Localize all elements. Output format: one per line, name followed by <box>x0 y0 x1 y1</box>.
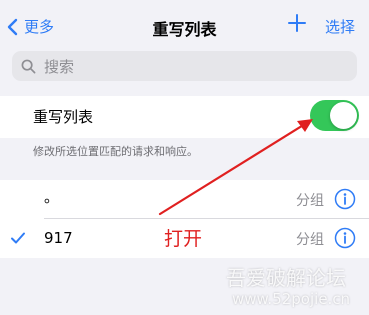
info-circle-icon[interactable] <box>334 227 356 249</box>
navigation-bar: 更多 重写列表 选择 <box>0 0 369 44</box>
rule-name: 。 <box>44 188 60 206</box>
annotation-text: 打开 <box>164 228 203 250</box>
rewrite-list-switch[interactable] <box>310 100 359 131</box>
checkmark-icon <box>11 232 25 244</box>
rule-group: 分组 <box>296 193 324 209</box>
list-item[interactable]: 。 分组 <box>0 180 369 218</box>
description-text: 修改所选位置匹配的请求和响应。 <box>33 145 198 158</box>
plus-icon[interactable] <box>288 14 306 32</box>
rule-group: 分组 <box>296 232 324 248</box>
page-title: 重写列表 <box>152 20 217 39</box>
watermark-title: 吾爱破解论坛 <box>226 266 346 290</box>
toggle-label: 重写列表 <box>33 108 94 126</box>
switch-knob <box>330 102 357 129</box>
search-placeholder: 搜索 <box>44 57 75 76</box>
select-button[interactable]: 选择 <box>325 16 355 37</box>
magnifier-icon <box>21 59 36 73</box>
info-circle-icon[interactable] <box>334 188 356 210</box>
search-field[interactable]: 搜索 <box>12 51 357 81</box>
watermark-url: www.52pojie.cn <box>232 290 351 308</box>
rule-name: 917 <box>44 229 73 247</box>
